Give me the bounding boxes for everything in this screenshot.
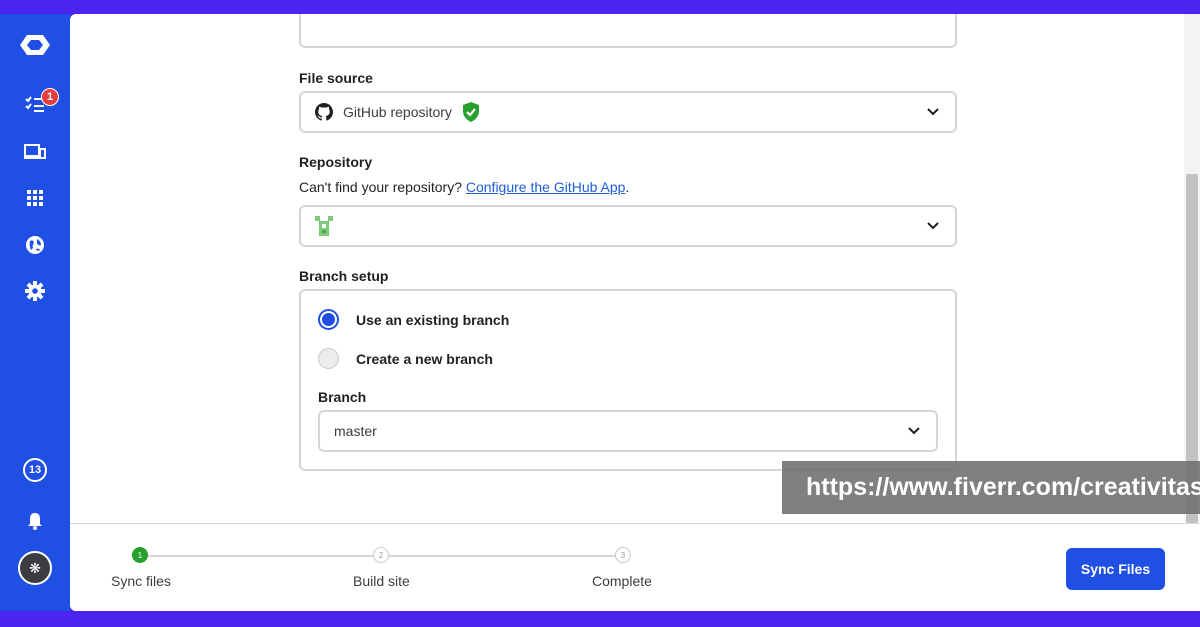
counter-value: 13 [23,458,47,482]
radio-new-label: Create a new branch [356,350,493,367]
branch-value: master [334,423,377,439]
radio-existing-label: Use an existing branch [356,311,510,328]
tasks-badge: 1 [41,88,59,106]
step-1-label: Sync files [111,573,171,589]
devices-icon[interactable] [19,136,51,168]
step-2-dot: 2 [373,547,389,563]
grid-icon[interactable] [19,182,51,214]
file-source-value: GitHub repository [343,104,452,120]
repository-select[interactable] [299,205,957,247]
file-source-select[interactable]: GitHub repository [299,91,957,133]
logo-icon[interactable] [19,29,51,61]
repository-label: Repository [299,154,373,170]
bell-icon[interactable] [19,505,51,537]
step-1-dot: 1 [132,547,148,563]
gear-icon[interactable] [19,275,51,307]
step-3-dot: 3 [615,547,631,563]
github-icon [315,103,333,121]
main-panel: File source GitHub repository Repository… [70,14,1200,611]
sync-files-button[interactable]: Sync Files [1066,548,1165,590]
step-connector [389,555,623,557]
repository-help-text: Can't find your repository? [299,179,462,195]
radio-existing-control[interactable] [318,309,339,330]
step-3-label: Complete [592,573,652,589]
previous-field[interactable] [299,14,957,48]
branch-label: Branch [318,389,367,405]
repo-avatar-icon [315,216,333,236]
branch-setup-label: Branch setup [299,268,389,284]
radio-new-branch[interactable]: Create a new branch [318,348,493,369]
wizard-footer: 1 2 3 Sync files Build site Complete Syn… [70,523,1200,611]
avatar[interactable]: ❋ [18,551,52,585]
scrollbar-track[interactable] [1184,14,1200,523]
repository-help: Can't find your repository? Configure th… [299,179,629,195]
verified-shield-icon [462,102,479,122]
repository-help-suffix: . [625,179,630,195]
chevron-down-icon [908,427,920,435]
step-connector [148,555,381,557]
globe-icon[interactable] [19,229,51,261]
step-2-label: Build site [353,573,410,589]
chevron-down-icon [927,222,939,230]
counter-badge[interactable]: 13 [19,454,51,486]
chevron-down-icon [927,108,939,116]
radio-new-control[interactable] [318,348,339,369]
branch-setup-group: Use an existing branch Create a new bran… [299,289,957,471]
avatar-glyph: ❋ [29,559,41,576]
radio-existing-branch[interactable]: Use an existing branch [318,309,509,330]
branch-select[interactable]: master [318,410,938,452]
file-source-label: File source [299,70,373,86]
sidebar: 1 13 ❋ [0,14,70,611]
watermark-banner: https://www.fiverr.com/creativitas [782,461,1200,514]
configure-github-app-link[interactable]: Configure the GitHub App [466,179,626,195]
